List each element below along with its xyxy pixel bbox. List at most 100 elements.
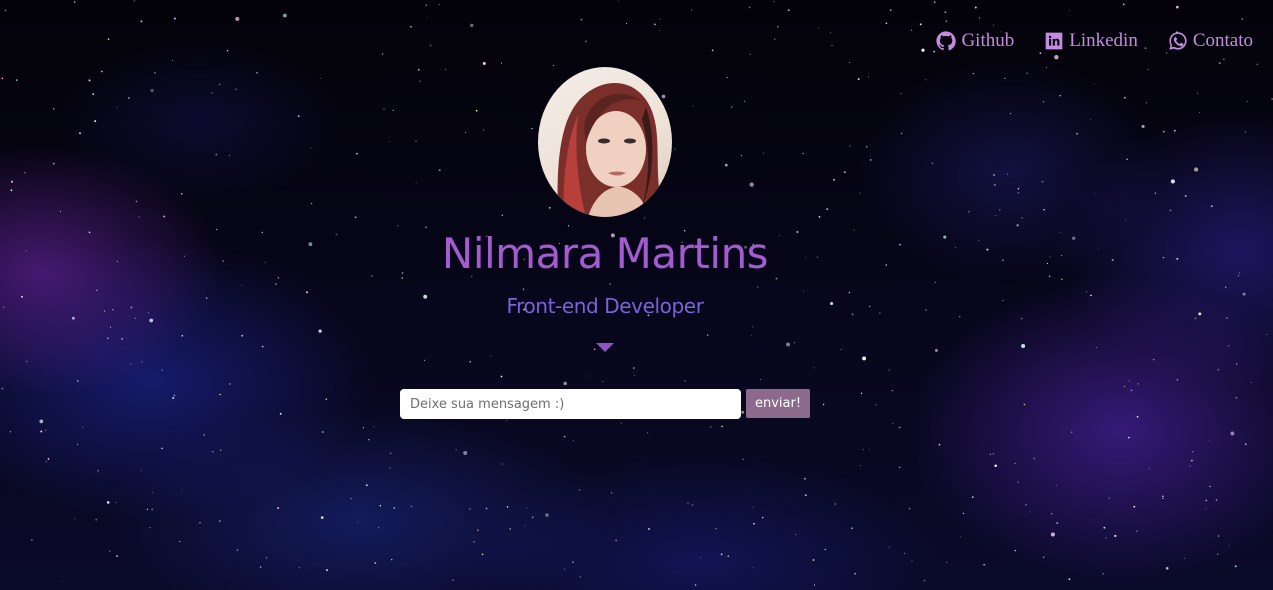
star [1114,534,1117,538]
star [211,92,213,94]
star [452,579,454,581]
star [215,153,218,156]
star [1196,92,1199,94]
star [500,62,503,64]
star [1217,535,1220,537]
star [934,281,936,283]
star [415,140,417,142]
star [501,463,504,465]
star [721,425,723,428]
star [726,76,728,79]
star [813,584,816,586]
star [10,189,13,192]
star [241,334,244,337]
star [1128,380,1130,382]
star [77,380,79,382]
star [115,501,117,503]
star [52,162,55,165]
star [849,145,851,147]
star [743,100,746,103]
caret-down-icon[interactable] [596,343,614,352]
star [1123,96,1126,99]
star [88,79,91,82]
star [235,88,237,90]
star [425,226,427,229]
star [212,451,214,453]
star [509,528,511,530]
star [585,40,587,43]
star [1136,415,1139,418]
star [318,329,322,333]
star [1,77,4,80]
star [992,24,994,26]
star [602,381,604,383]
star [1205,508,1207,510]
star [1244,443,1247,446]
top-nav: Github Linkedin Contato [936,30,1253,52]
star [848,61,850,63]
star [146,508,149,511]
github-icon [936,31,957,51]
star [297,115,300,118]
nav-link-contato[interactable]: Contato [1168,30,1253,52]
star [15,79,18,81]
star [236,549,239,551]
star [417,68,420,71]
star [180,192,183,195]
star [1069,10,1071,12]
star [53,465,55,467]
star [578,489,581,491]
star [141,361,143,363]
star [609,283,611,285]
star [1152,358,1155,361]
nav-link-linkedin[interactable]: Linkedin [1044,30,1138,52]
message-input[interactable] [400,389,741,419]
star [993,183,996,186]
star [365,484,368,487]
star [173,17,176,20]
subtitle: Front-end Developer [506,294,704,318]
star [1227,344,1230,347]
star [133,0,136,2]
star [826,208,829,211]
star [381,53,384,55]
star [1054,55,1059,60]
star [1023,403,1026,406]
star [548,206,551,209]
star [45,460,47,463]
star [1238,272,1241,274]
star [379,505,382,507]
star [563,435,566,438]
star [1211,205,1213,207]
star [1043,208,1045,211]
star [1217,553,1219,555]
star [1226,317,1228,319]
star [116,555,118,557]
star [1017,188,1020,190]
star [889,9,892,11]
send-button[interactable]: enviar! [746,389,811,418]
star [903,552,906,554]
star [983,563,985,566]
star [171,60,173,61]
star [804,494,807,496]
star [786,342,791,347]
star [869,448,871,450]
star [500,375,503,378]
star [1230,431,1235,436]
star [867,76,869,78]
star [1192,451,1194,453]
star [1173,129,1176,132]
star [161,369,164,371]
star [611,492,613,494]
star [444,69,446,71]
star [1223,58,1225,60]
star [59,210,62,212]
star [812,559,815,561]
profile-avatar [538,67,672,217]
star [711,49,714,52]
nav-link-github[interactable]: Github [936,30,1014,52]
star [1021,217,1023,219]
star [1014,462,1016,465]
star [579,576,581,578]
